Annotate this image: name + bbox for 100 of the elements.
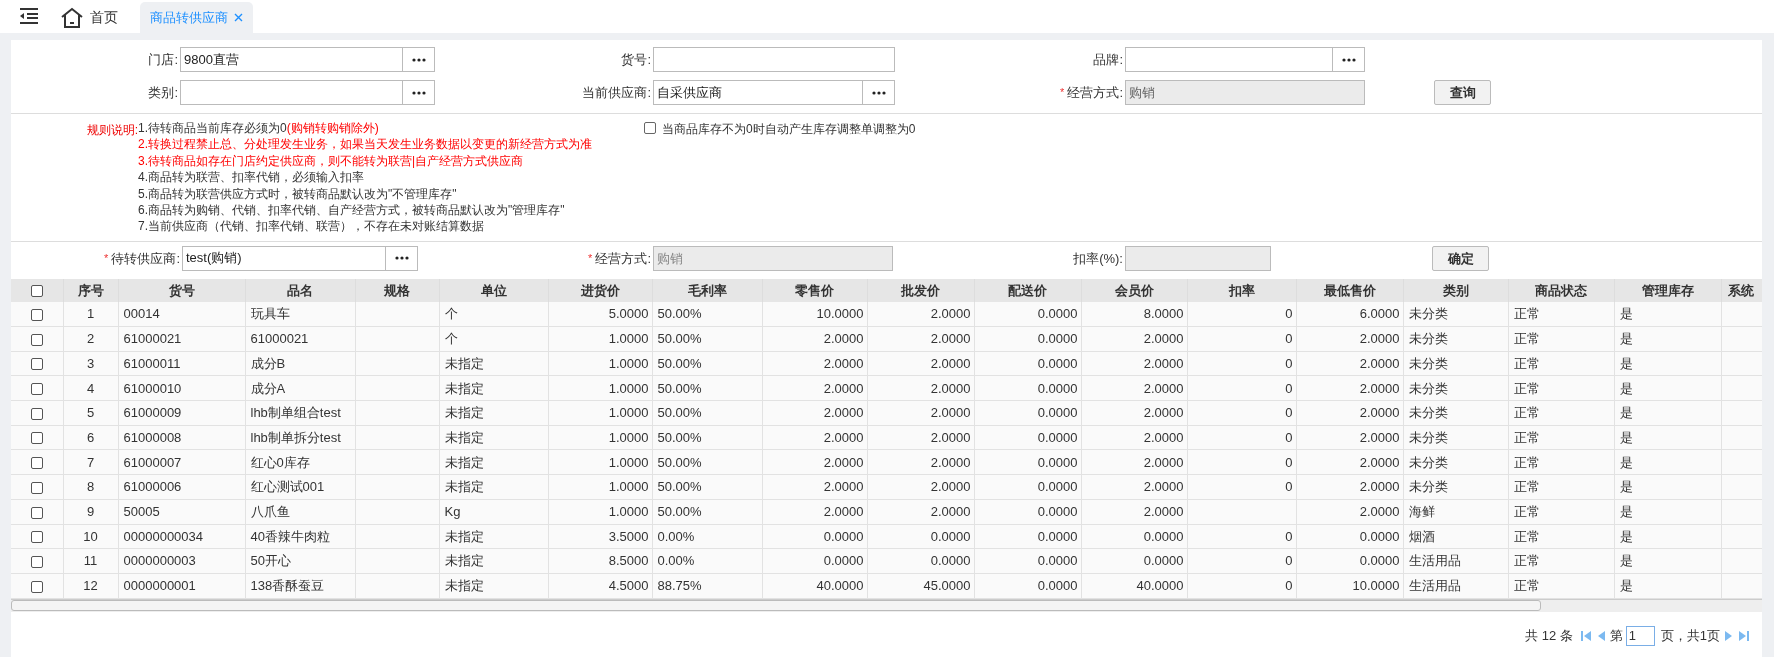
page-total: 页，共1页	[1660, 626, 1720, 645]
checkbox-label: 当商品库存不为0时自动产生库存调整单调整为0	[662, 121, 916, 138]
table-cell: 2.0000	[762, 425, 867, 450]
table-cell: 未分类	[1403, 301, 1508, 327]
page-tab[interactable]: 首页	[52, 2, 126, 33]
table-cell: 正常	[1508, 425, 1614, 450]
column-header: 品名	[245, 278, 355, 302]
table-cell: 3	[63, 351, 118, 376]
table-cell: 0000000001	[118, 573, 245, 599]
input-field[interactable]	[653, 47, 895, 72]
table-cell: 2.0000	[762, 326, 867, 352]
table-cell: 2.0000	[1296, 449, 1403, 475]
table-cell: 10.0000	[1296, 573, 1403, 599]
table-cell: Kg	[439, 499, 548, 525]
table-cell: 1.0000	[548, 449, 652, 475]
table-cell: 61000008	[118, 425, 245, 450]
ellipsis-icon	[411, 90, 426, 95]
menu-icon[interactable]	[18, 7, 40, 25]
column-header: 进货价	[548, 278, 652, 302]
row-checkbox[interactable]	[30, 580, 43, 593]
table-cell: 未指定	[439, 400, 548, 426]
table-cell: 40香辣牛肉粒	[245, 524, 355, 549]
table-cell: 0000000003	[118, 548, 245, 574]
more-button[interactable]	[863, 80, 895, 105]
row-checkbox[interactable]	[30, 481, 43, 494]
row-checkbox[interactable]	[30, 407, 43, 420]
row-checkbox[interactable]	[30, 333, 43, 346]
column-header: 批发价	[867, 278, 974, 302]
field-label: 类别:	[148, 83, 178, 102]
rule-text: 3.待转商品如存在门店约定供应商，则不能转为联营|自产经营方式供应商	[138, 152, 525, 170]
table-cell: 1.0000	[548, 425, 652, 450]
query-button[interactable]: 查询	[1434, 80, 1491, 105]
rule-text: 6.商品转为购销、代销、扣率代销、自产经营方式，被转商品默认改为"管理库存"	[138, 202, 566, 219]
table-cell: 0	[1187, 351, 1296, 376]
table-cell: 是	[1614, 474, 1721, 500]
table-cell: lhb制单拆分test	[245, 425, 355, 450]
table-cell: 50.00%	[652, 449, 762, 475]
field-label: 当前供应商:	[582, 83, 651, 102]
table-cell: 是	[1614, 499, 1721, 525]
row-checkbox[interactable]	[30, 432, 43, 445]
close-icon[interactable]	[234, 13, 243, 22]
more-button[interactable]	[386, 245, 418, 271]
column-header: 扣率	[1187, 278, 1296, 302]
table-cell: 正常	[1508, 573, 1614, 599]
more-button[interactable]	[403, 47, 435, 72]
more-button[interactable]	[1333, 47, 1365, 72]
table-cell: 正常	[1508, 474, 1614, 500]
table-cell: 未指定	[439, 474, 548, 500]
table-cell: 00014	[118, 301, 245, 327]
field-label: 货号:	[621, 50, 651, 69]
row-checkbox[interactable]	[30, 383, 43, 396]
table-cell: 6	[63, 425, 118, 450]
table-cell: 2.0000	[1081, 351, 1187, 376]
row-checkbox[interactable]	[30, 531, 43, 544]
column-header: 系统	[1721, 278, 1762, 302]
table-cell: 2.0000	[867, 425, 974, 450]
ellipsis-icon	[1341, 57, 1356, 62]
table-cell: 红心0库存	[245, 449, 355, 475]
table-cell: 61000009	[118, 400, 245, 426]
table-cell: 0.0000	[974, 326, 1081, 352]
checkbox[interactable]	[644, 122, 656, 134]
field-label: 经营方式:	[595, 249, 651, 268]
input-field[interactable]	[1125, 47, 1333, 72]
table-cell: 10	[63, 524, 118, 549]
row-checkbox[interactable]	[30, 555, 43, 568]
table-cell: 12	[63, 573, 118, 599]
table-cell: 未指定	[439, 375, 548, 401]
table-cell: 玩具车	[245, 301, 355, 327]
row-checkbox[interactable]	[30, 285, 43, 298]
field-label: 经营方式:	[1067, 83, 1123, 102]
rule-text: 7.当前供应商（代销、扣率代销、联营），不存在未对账结算数据	[138, 218, 485, 235]
table-cell: 正常	[1508, 375, 1614, 401]
input-field[interactable]: 自采供应商	[653, 80, 863, 105]
field-label: 品牌:	[1093, 50, 1123, 69]
table-cell: 2.0000	[1081, 326, 1187, 352]
table-cell: 正常	[1508, 351, 1614, 376]
page-input[interactable]: 1	[1625, 625, 1655, 646]
table-cell: 1.0000	[548, 474, 652, 500]
row-checkbox[interactable]	[30, 308, 43, 321]
input-field[interactable]: 9800直营	[180, 47, 403, 72]
table-cell: 2.0000	[867, 400, 974, 426]
column-header: 最低售价	[1296, 278, 1403, 302]
table-cell: 是	[1614, 400, 1721, 426]
table-cell: lhb制单组合test	[245, 400, 355, 426]
table-cell: 0.0000	[762, 524, 867, 549]
table-cell: 88.75%	[652, 573, 762, 599]
input-field[interactable]	[180, 80, 403, 105]
row-checkbox[interactable]	[30, 457, 43, 470]
table-cell: 61000021	[245, 326, 355, 352]
table-cell: 5	[63, 400, 118, 426]
input-field[interactable]: test(购销)	[182, 245, 386, 271]
table-cell: 5.0000	[548, 301, 652, 327]
table-cell: 未分类	[1403, 351, 1508, 376]
row-checkbox[interactable]	[30, 358, 43, 371]
table-cell: 4	[63, 375, 118, 401]
table-cell: 0	[1187, 425, 1296, 450]
table-cell: 1	[63, 301, 118, 327]
confirm-button[interactable]: 确定	[1432, 245, 1489, 271]
more-button[interactable]	[403, 80, 435, 105]
row-checkbox[interactable]	[30, 506, 43, 519]
